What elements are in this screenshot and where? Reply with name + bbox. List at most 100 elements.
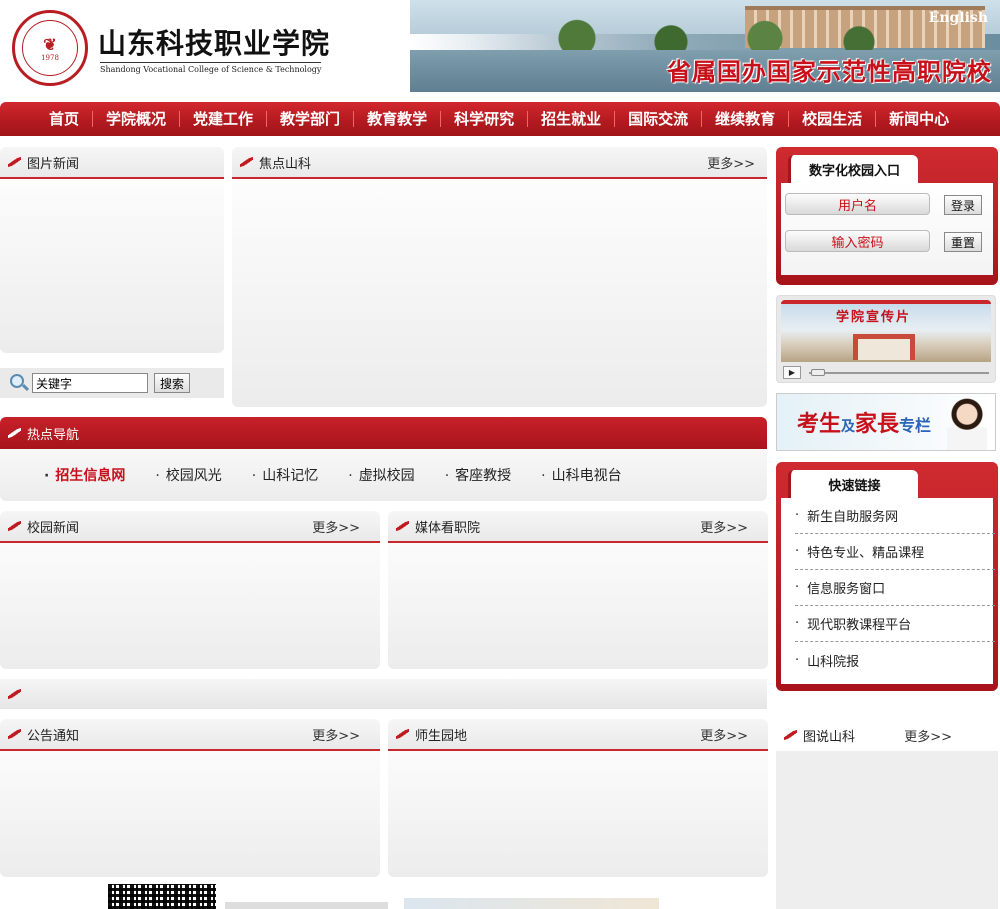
- media-more-link[interactable]: 更多>>: [700, 517, 748, 536]
- hot-nav-header: 热点导航: [0, 417, 767, 449]
- media-header: 媒体看职院 更多>>: [388, 511, 768, 543]
- campus-news-more-link[interactable]: 更多>>: [312, 517, 360, 536]
- exam-banner-text: 考生及家長专栏: [797, 411, 932, 437]
- qr-code: [108, 884, 216, 909]
- login-body: 用户名 登录 输入密码 重置: [781, 183, 993, 275]
- hot-link-guest-professor[interactable]: · 客座教授: [445, 465, 511, 485]
- focus-panel: 焦点山科 更多>>: [232, 147, 767, 407]
- nav-admission[interactable]: 招生就业: [528, 111, 616, 127]
- college-name-en: Shandong Vocational College of Science &…: [100, 62, 322, 74]
- english-link[interactable]: English: [929, 10, 988, 26]
- teacher-student-panel: 师生园地 更多>>: [388, 719, 768, 877]
- media-panel: 媒体看职院 更多>>: [388, 511, 768, 669]
- search-button[interactable]: 搜索: [154, 373, 190, 393]
- video-thumbnail: 学院宣传片: [781, 304, 991, 362]
- photo-news-header: 图片新闻: [0, 147, 224, 179]
- quick-link-newspaper[interactable]: · 山科院报: [795, 642, 995, 678]
- flag-icon: [8, 728, 21, 740]
- flag-icon: [8, 688, 21, 700]
- nav-research[interactable]: 科学研究: [441, 111, 529, 127]
- picture-story-panel: 图说山科 更多>>: [776, 719, 998, 909]
- quick-link-info-window[interactable]: · 信息服务窗口: [795, 570, 995, 606]
- nav-party[interactable]: 党建工作: [180, 111, 268, 127]
- seal-year: 1978: [41, 53, 59, 62]
- nav-home[interactable]: 首页: [36, 111, 94, 127]
- username-field[interactable]: 用户名: [785, 193, 930, 215]
- play-icon[interactable]: ▶: [783, 366, 801, 379]
- search-bar: 搜索: [0, 368, 224, 398]
- empty-strip: [0, 679, 767, 709]
- teacher-student-more-link[interactable]: 更多>>: [700, 725, 748, 744]
- promo-video-player[interactable]: 学院宣传片 ▶: [776, 295, 996, 383]
- search-icon: [8, 372, 30, 394]
- seal-emblem: ❦: [43, 34, 57, 54]
- video-progress-bar[interactable]: [809, 372, 989, 374]
- login-box: 数字化校园入口 用户名 登录 输入密码 重置: [776, 147, 998, 285]
- focus-header: 焦点山科 更多>>: [232, 147, 767, 179]
- main-nav: 首页 学院概况 党建工作 教学部门 教育教学 科学研究 招生就业 国际交流 继续…: [0, 102, 1000, 136]
- flag-icon: [8, 520, 21, 532]
- quick-link-courses[interactable]: · 特色专业、精品课程: [795, 534, 995, 570]
- student-photo: [947, 398, 987, 450]
- hot-nav-list: · 招生信息网 · 校园风光 · 山科记忆 · 虚拟校园 · 客座教授 · 山科电视台: [44, 465, 652, 485]
- quick-links-title: 快速链接: [788, 470, 918, 498]
- nav-news-center[interactable]: 新闻中心: [876, 111, 962, 127]
- nav-education[interactable]: 教育教学: [354, 111, 442, 127]
- login-button[interactable]: 登录: [944, 195, 982, 215]
- login-title: 数字化校园入口: [788, 155, 918, 183]
- quick-links-body: · 新生自助服务网 · 特色专业、精品课程 · 信息服务窗口 · 现代职教课程平台 · 山…: [781, 498, 995, 684]
- picture-story-more-link[interactable]: 更多>>: [904, 726, 952, 745]
- campus-news-title: 校园新闻: [27, 520, 80, 536]
- site-header: ❦ 1978 山东科技职业学院 Shandong Vocational Coll…: [0, 0, 1000, 100]
- hot-link-tv[interactable]: · 山科电视台: [541, 465, 621, 485]
- teacher-student-title: 师生园地: [415, 728, 468, 744]
- hot-link-admission[interactable]: · 招生信息网: [44, 465, 125, 485]
- bottom-banner-partial: [404, 898, 659, 909]
- notice-panel: 公告通知 更多>>: [0, 719, 380, 877]
- bottom-gray-strip: [225, 902, 388, 909]
- seal-inner: ❦ 1978: [22, 20, 78, 76]
- hot-nav-panel: 热点导航 · 招生信息网 · 校园风光 · 山科记忆 · 虚拟校园 · 客座教授 · 山科电…: [0, 417, 767, 501]
- flag-icon: [8, 156, 21, 168]
- notice-title: 公告通知: [27, 728, 80, 744]
- promo-video-title: 学院宣传片: [836, 310, 912, 325]
- quick-links-box: 快速链接 · 新生自助服务网 · 特色专业、精品课程 · 信息服务窗口 · 现代职教课程…: [776, 462, 998, 691]
- quick-link-freshman[interactable]: · 新生自助服务网: [795, 498, 995, 534]
- college-seal-logo[interactable]: ❦ 1978: [12, 10, 88, 86]
- focus-more-link[interactable]: 更多>>: [707, 153, 755, 172]
- media-title: 媒体看职院: [415, 520, 481, 536]
- nav-continuing[interactable]: 继续教育: [702, 111, 790, 127]
- nav-departments[interactable]: 教学部门: [267, 111, 355, 127]
- flag-icon: [240, 156, 253, 168]
- homepage: ❦ 1978 山东科技职业学院 Shandong Vocational Coll…: [0, 0, 1000, 909]
- video-progress-thumb[interactable]: [811, 369, 825, 376]
- hot-nav-title: 热点导航: [27, 427, 80, 443]
- nav-campus-life[interactable]: 校园生活: [789, 111, 877, 127]
- picture-story-header: 图说山科 更多>>: [776, 719, 998, 751]
- hot-link-virtual-campus[interactable]: · 虚拟校园: [348, 465, 414, 485]
- notice-header: 公告通知 更多>>: [0, 719, 380, 751]
- exam-family-banner[interactable]: 考生及家長专栏: [776, 393, 996, 451]
- nav-about[interactable]: 学院概况: [93, 111, 181, 127]
- focus-title: 焦点山科: [259, 156, 312, 172]
- hot-link-memory[interactable]: · 山科记忆: [252, 465, 318, 485]
- photo-news-title: 图片新闻: [27, 156, 80, 172]
- flag-icon: [396, 728, 409, 740]
- flag-icon: [396, 520, 409, 532]
- campus-news-panel: 校园新闻 更多>>: [0, 511, 380, 669]
- quick-link-vocational-platform[interactable]: · 现代职教课程平台: [795, 606, 995, 642]
- photo-news-panel: 图片新闻: [0, 147, 224, 353]
- flag-icon: [784, 729, 797, 741]
- reset-button[interactable]: 重置: [944, 232, 982, 252]
- notice-more-link[interactable]: 更多>>: [312, 725, 360, 744]
- password-field[interactable]: 输入密码: [785, 230, 930, 252]
- search-input[interactable]: [32, 373, 148, 393]
- teacher-student-header: 师生园地 更多>>: [388, 719, 768, 751]
- picture-story-title: 图说山科: [803, 729, 856, 745]
- hot-link-scenery[interactable]: · 校园风光: [155, 465, 221, 485]
- campus-news-header: 校园新闻 更多>>: [0, 511, 380, 543]
- college-name-cn: 山东科技职业学院: [98, 27, 331, 60]
- nav-international[interactable]: 国际交流: [615, 111, 703, 127]
- banner-slogan: 省属国办国家示范性高职院校: [667, 57, 992, 86]
- flag-icon: [8, 427, 21, 439]
